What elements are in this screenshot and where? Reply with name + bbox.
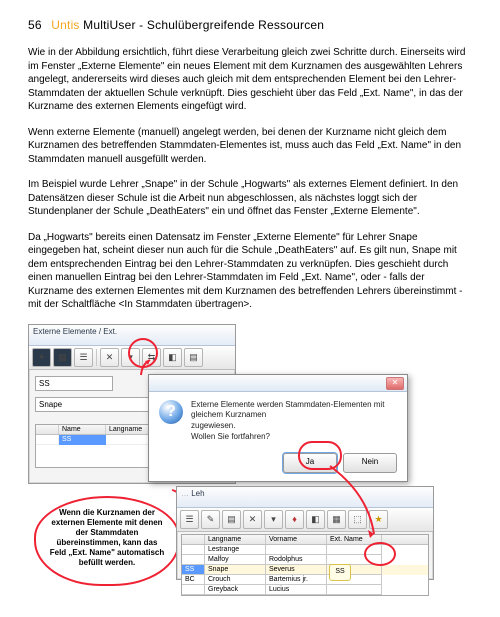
g2-h3: Ext. Name [327, 535, 382, 544]
window2-title: … Leh [177, 487, 433, 508]
c-ext: SS [327, 565, 382, 575]
tb2-btn-2[interactable]: ✎ [201, 510, 220, 529]
brand: Untis [51, 18, 79, 32]
toolbar2: ☰ ✎ ▤ ✕ ▾ ♦ ◧ ▦ ⬚ ★ [177, 508, 433, 532]
grid-cell[interactable] [36, 435, 59, 445]
toolbar-btn-2[interactable]: ▦ [53, 348, 72, 367]
page-header: 56 Untis MultiUser - Schulübergreifende … [28, 18, 472, 32]
paragraph-4: Da „Hogwarts" bereits einen Datensatz im… [28, 231, 472, 312]
tb2-btn-4[interactable]: ✕ [243, 510, 262, 529]
grid-cell-name[interactable]: SS [59, 435, 106, 445]
grid-hdr-blank [36, 425, 59, 434]
toolbar-btn-3[interactable]: ☰ [74, 348, 93, 367]
c: Malfoy [205, 555, 266, 565]
toolbar-btn-transfer[interactable]: ⇆ [142, 348, 161, 367]
window2-title-text: Leh [191, 489, 204, 498]
c [266, 545, 327, 555]
c [327, 585, 382, 595]
g2-h0 [182, 535, 205, 544]
toolbar-btn-5[interactable]: ▾ [121, 348, 140, 367]
toolbar: ✦ ▦ ☰ ✕ ▾ ⇆ ◧ ▤ [29, 346, 235, 370]
tb2-btn-8[interactable]: ▦ [327, 510, 346, 529]
tb2-btn-1[interactable]: ☰ [180, 510, 199, 529]
c: Greyback [205, 585, 266, 595]
c: Severus [266, 565, 327, 575]
table-row[interactable]: Malfoy Rodolphus [182, 555, 428, 565]
c: Rodolphus [266, 555, 327, 565]
paragraph-2: Wenn externe Elemente (manuell) angelegt… [28, 126, 472, 167]
toolbar-btn-7[interactable]: ◧ [163, 348, 182, 367]
close-icon[interactable]: ✕ [386, 377, 404, 390]
field-longname[interactable]: Snape [35, 397, 163, 412]
window-title: Externe Elemente / Ext. [29, 325, 235, 346]
dialog-line2: zugewiesen. [191, 421, 397, 432]
tb2-btn-9[interactable]: ⬚ [348, 510, 367, 529]
header-title: MultiUser - Schulübergreifende Ressource… [80, 18, 325, 32]
dialog-line1: Externe Elemente werden Stammdaten-Eleme… [191, 400, 397, 422]
window-title-text: Externe Elemente / Ext. [33, 327, 117, 336]
c [182, 585, 205, 595]
c [182, 555, 205, 565]
c: Snape [205, 565, 266, 575]
tb2-btn-3[interactable]: ▤ [222, 510, 241, 529]
callout-bubble: Wenn die Kurznamen der externen Elemente… [34, 496, 180, 586]
dialog-line3: Wollen Sie fortfahren? [191, 432, 397, 443]
c: Lestrange [205, 545, 266, 555]
c: Bartemius jr. [266, 575, 327, 585]
toolbar-btn-4[interactable]: ✕ [100, 348, 119, 367]
paragraph-3: Im Beispiel wurde Lehrer „Snape" in der … [28, 178, 472, 219]
toolbar-btn-8[interactable]: ▤ [184, 348, 203, 367]
figure: Externe Elemente / Ext. ✦ ▦ ☰ ✕ ▾ ⇆ ◧ ▤ … [28, 324, 458, 579]
no-button[interactable]: Nein [343, 453, 397, 473]
tb2-btn-5[interactable]: ▾ [264, 510, 283, 529]
table-row[interactable]: Greyback Lucius [182, 585, 428, 595]
field-shortname[interactable]: SS [35, 376, 113, 391]
c: Crouch [205, 575, 266, 585]
ext-name-highlight: SS [329, 564, 351, 581]
table-row[interactable]: BC Crouch Bartemius jr. [182, 575, 428, 585]
callout-text: Wenn die Kurznamen der externen Elemente… [50, 508, 165, 567]
c [327, 545, 382, 555]
question-icon: ? [159, 400, 183, 424]
c [182, 545, 205, 555]
paragraph-1: Wie in der Abbildung ersichtlich, führt … [28, 46, 472, 114]
tb2-btn-7[interactable]: ◧ [306, 510, 325, 529]
table-row[interactable]: Lestrange [182, 545, 428, 555]
yes-button[interactable]: Ja [283, 453, 337, 473]
g2-h2: Vorname [266, 535, 327, 544]
tb2-btn-6[interactable]: ♦ [285, 510, 304, 529]
dialog-text: Externe Elemente werden Stammdaten-Eleme… [191, 400, 397, 443]
grid-hdr-name: Name [59, 425, 106, 434]
c: Lucius [266, 585, 327, 595]
grid-lehrer: Langname Vorname Ext. Name Lestrange Mal… [181, 534, 429, 596]
g2-h1: Langname [205, 535, 266, 544]
toolbar-btn-1[interactable]: ✦ [32, 348, 51, 367]
confirm-dialog: ✕ ? Externe Elemente werden Stammdaten-E… [148, 374, 408, 482]
dialog-titlebar: ✕ [149, 375, 407, 392]
c: BC [182, 575, 205, 585]
toolbar-sep [96, 349, 97, 366]
table-row[interactable]: SS Snape Severus SS [182, 565, 428, 575]
c: SS [182, 565, 205, 575]
tb2-btn-10[interactable]: ★ [369, 510, 388, 529]
window-lehrer: … Leh ☰ ✎ ▤ ✕ ▾ ♦ ◧ ▦ ⬚ ★ Langname Vorna… [176, 486, 434, 580]
page-number: 56 [28, 18, 42, 32]
